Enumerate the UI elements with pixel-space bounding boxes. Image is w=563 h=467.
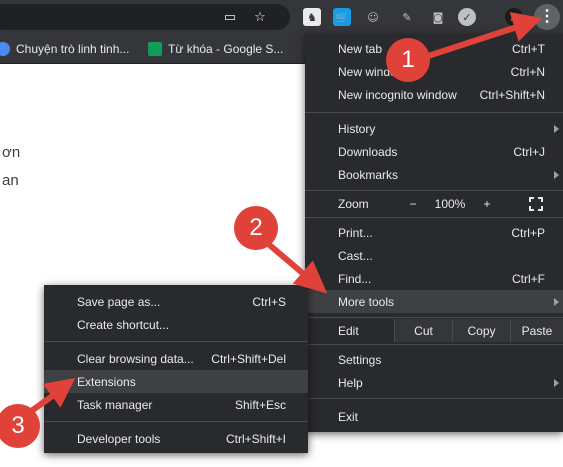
step-1-badge: 1: [386, 38, 430, 82]
arrow-2-line: [263, 239, 309, 279]
step-2-badge: 2: [234, 206, 278, 250]
arrow-1-line: [425, 23, 523, 59]
annotation-arrows: [27, 12, 543, 415]
arrow-1-head: [509, 12, 543, 42]
